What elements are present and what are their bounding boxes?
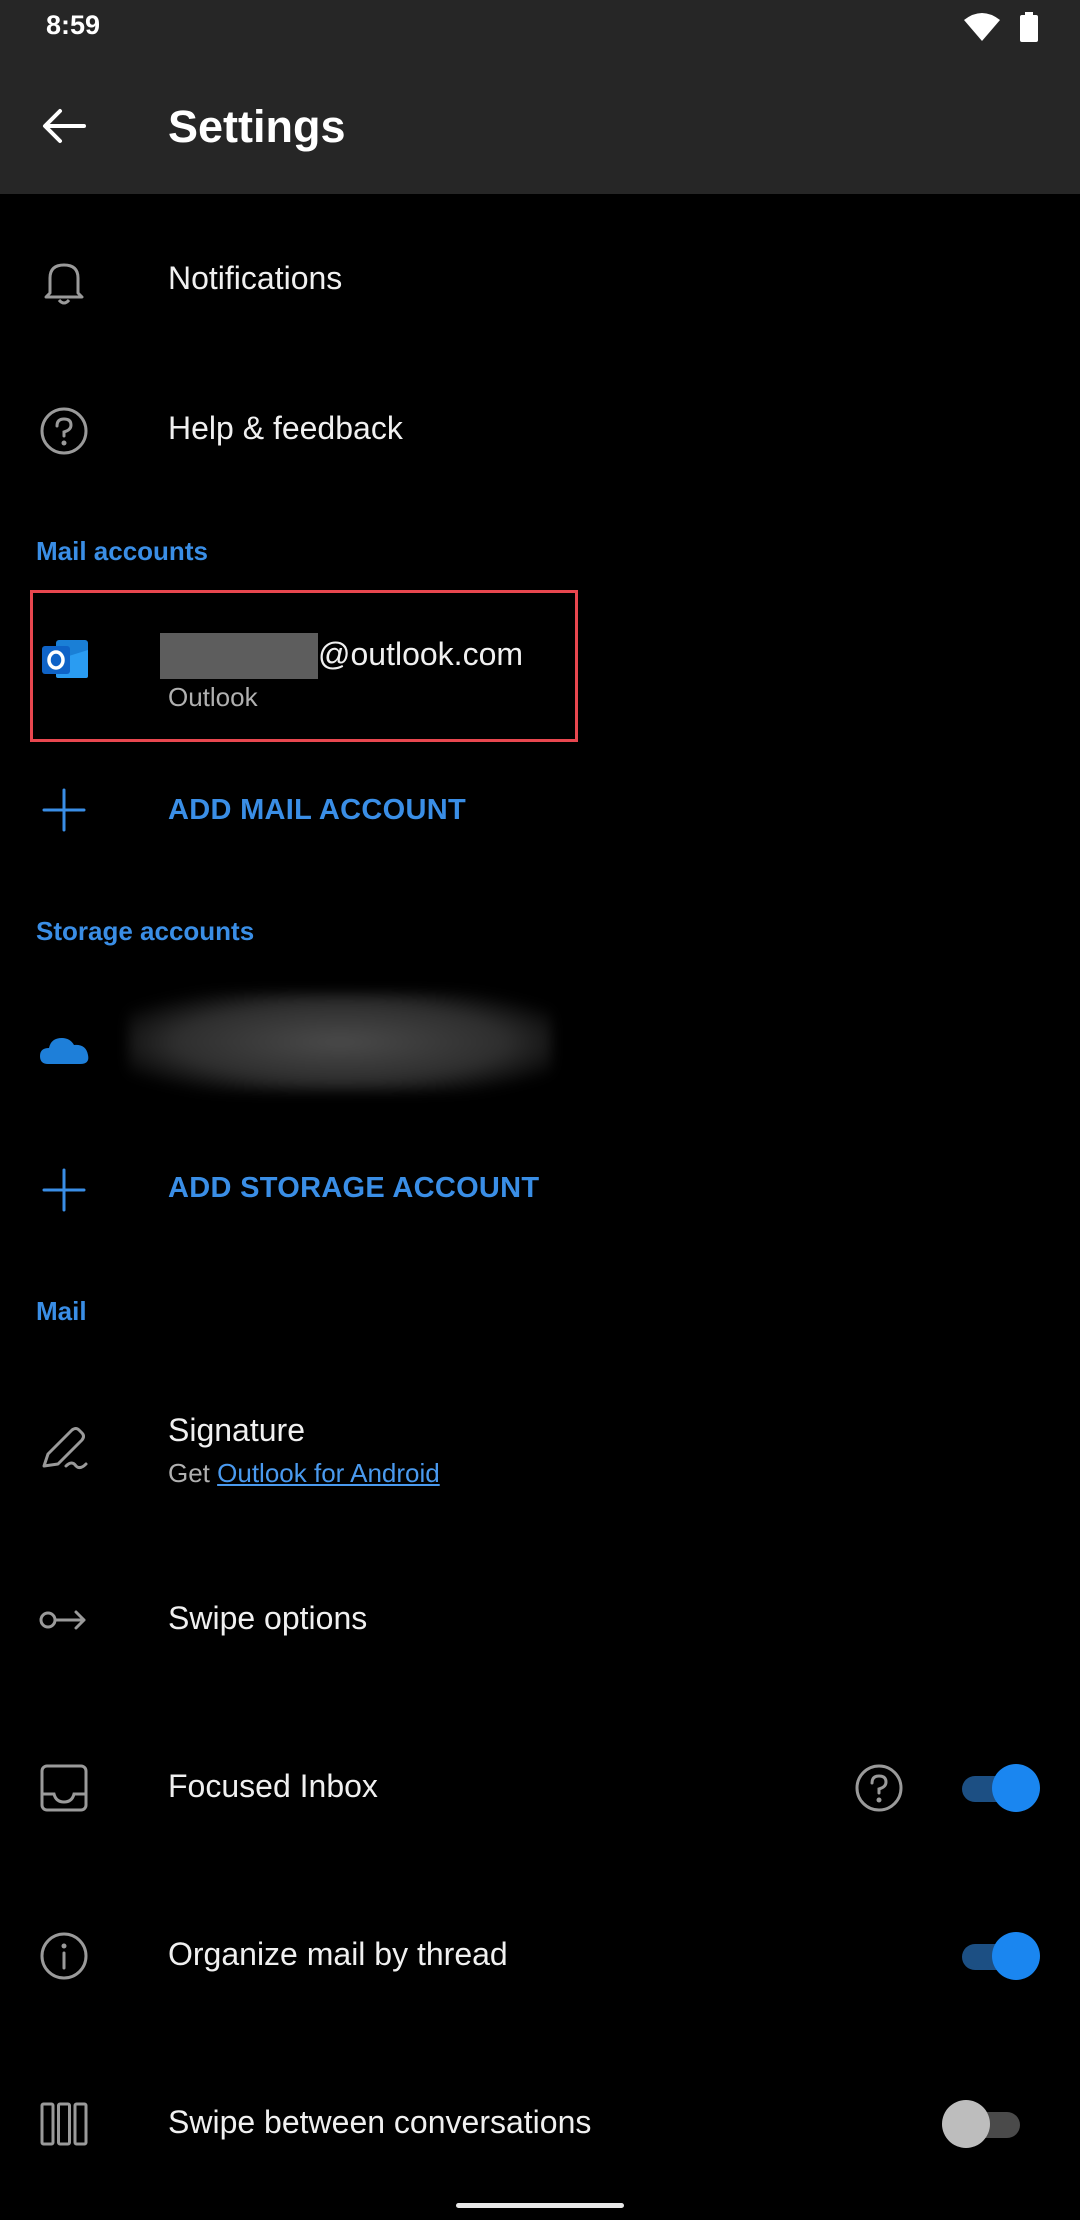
help-feedback-label: Help & feedback: [168, 410, 403, 446]
onedrive-cloud-icon: [40, 1028, 96, 1084]
organize-thread-toggle[interactable]: [962, 1932, 1040, 1980]
pen-signature-icon: [36, 1420, 92, 1476]
bell-icon: [36, 253, 92, 309]
app-bar: Settings: [0, 56, 1080, 194]
add-storage-account-button[interactable]: ADD STORAGE ACCOUNT: [0, 1140, 1080, 1240]
blurred-storage-account-name: [128, 992, 552, 1092]
section-mail-accounts: Mail accounts: [36, 536, 208, 566]
question-circle-icon: [36, 403, 92, 459]
add-mail-account-label: ADD MAIL ACCOUNT: [168, 794, 466, 826]
battery-icon: [1020, 12, 1038, 42]
status-time: 8:59: [46, 10, 101, 40]
swipe-arrow-icon: [36, 1592, 92, 1648]
wifi-icon: [964, 12, 1000, 42]
help-feedback-item[interactable]: Help & feedback: [0, 370, 1080, 490]
add-storage-account-label: ADD STORAGE ACCOUNT: [168, 1172, 540, 1204]
home-indicator[interactable]: [456, 2203, 624, 2208]
signature-sub: Get Outlook for Android: [168, 1458, 440, 1489]
swipe-conversations-label: Swipe between conversations: [168, 2104, 592, 2140]
toggle-thumb: [992, 1932, 1040, 1980]
page-title: Settings: [168, 101, 346, 152]
notifications-item[interactable]: Notifications: [0, 220, 1080, 340]
back-arrow-icon[interactable]: [40, 102, 88, 150]
toggle-thumb: [992, 1764, 1040, 1812]
organize-thread-item[interactable]: Organize mail by thread: [0, 1896, 1080, 2016]
swipe-options-label: Swipe options: [168, 1600, 368, 1636]
toggle-thumb: [942, 2100, 990, 2148]
section-storage-accounts: Storage accounts: [36, 916, 255, 946]
swipe-conversations-item[interactable]: Swipe between conversations: [0, 2064, 1080, 2184]
focused-inbox-label: Focused Inbox: [168, 1768, 378, 1804]
focused-inbox-toggle[interactable]: [962, 1764, 1040, 1812]
notifications-label: Notifications: [168, 260, 343, 296]
columns-icon: [36, 2096, 92, 2152]
section-mail: Mail: [36, 1296, 87, 1326]
help-icon[interactable]: [851, 1760, 907, 1816]
focused-inbox-item[interactable]: Focused Inbox: [0, 1728, 1080, 1848]
swipe-conversations-toggle[interactable]: [942, 2100, 1020, 2148]
signature-label: Signature: [168, 1412, 305, 1448]
swipe-options-item[interactable]: Swipe options: [0, 1560, 1080, 1680]
info-circle-icon: [36, 1928, 92, 1984]
plus-icon: [36, 1162, 92, 1218]
inbox-tray-icon: [36, 1760, 92, 1816]
status-bar: 8:59: [0, 0, 1080, 56]
plus-icon: [36, 782, 92, 838]
highlight-box: [30, 590, 578, 742]
signature-sub-prefix: Get: [168, 1458, 218, 1488]
add-mail-account-button[interactable]: ADD MAIL ACCOUNT: [0, 760, 1080, 860]
outlook-for-android-link[interactable]: Outlook for Android: [217, 1458, 440, 1488]
signature-item[interactable]: Signature Get Outlook for Android: [0, 1390, 1080, 1520]
organize-thread-label: Organize mail by thread: [168, 1936, 508, 1972]
